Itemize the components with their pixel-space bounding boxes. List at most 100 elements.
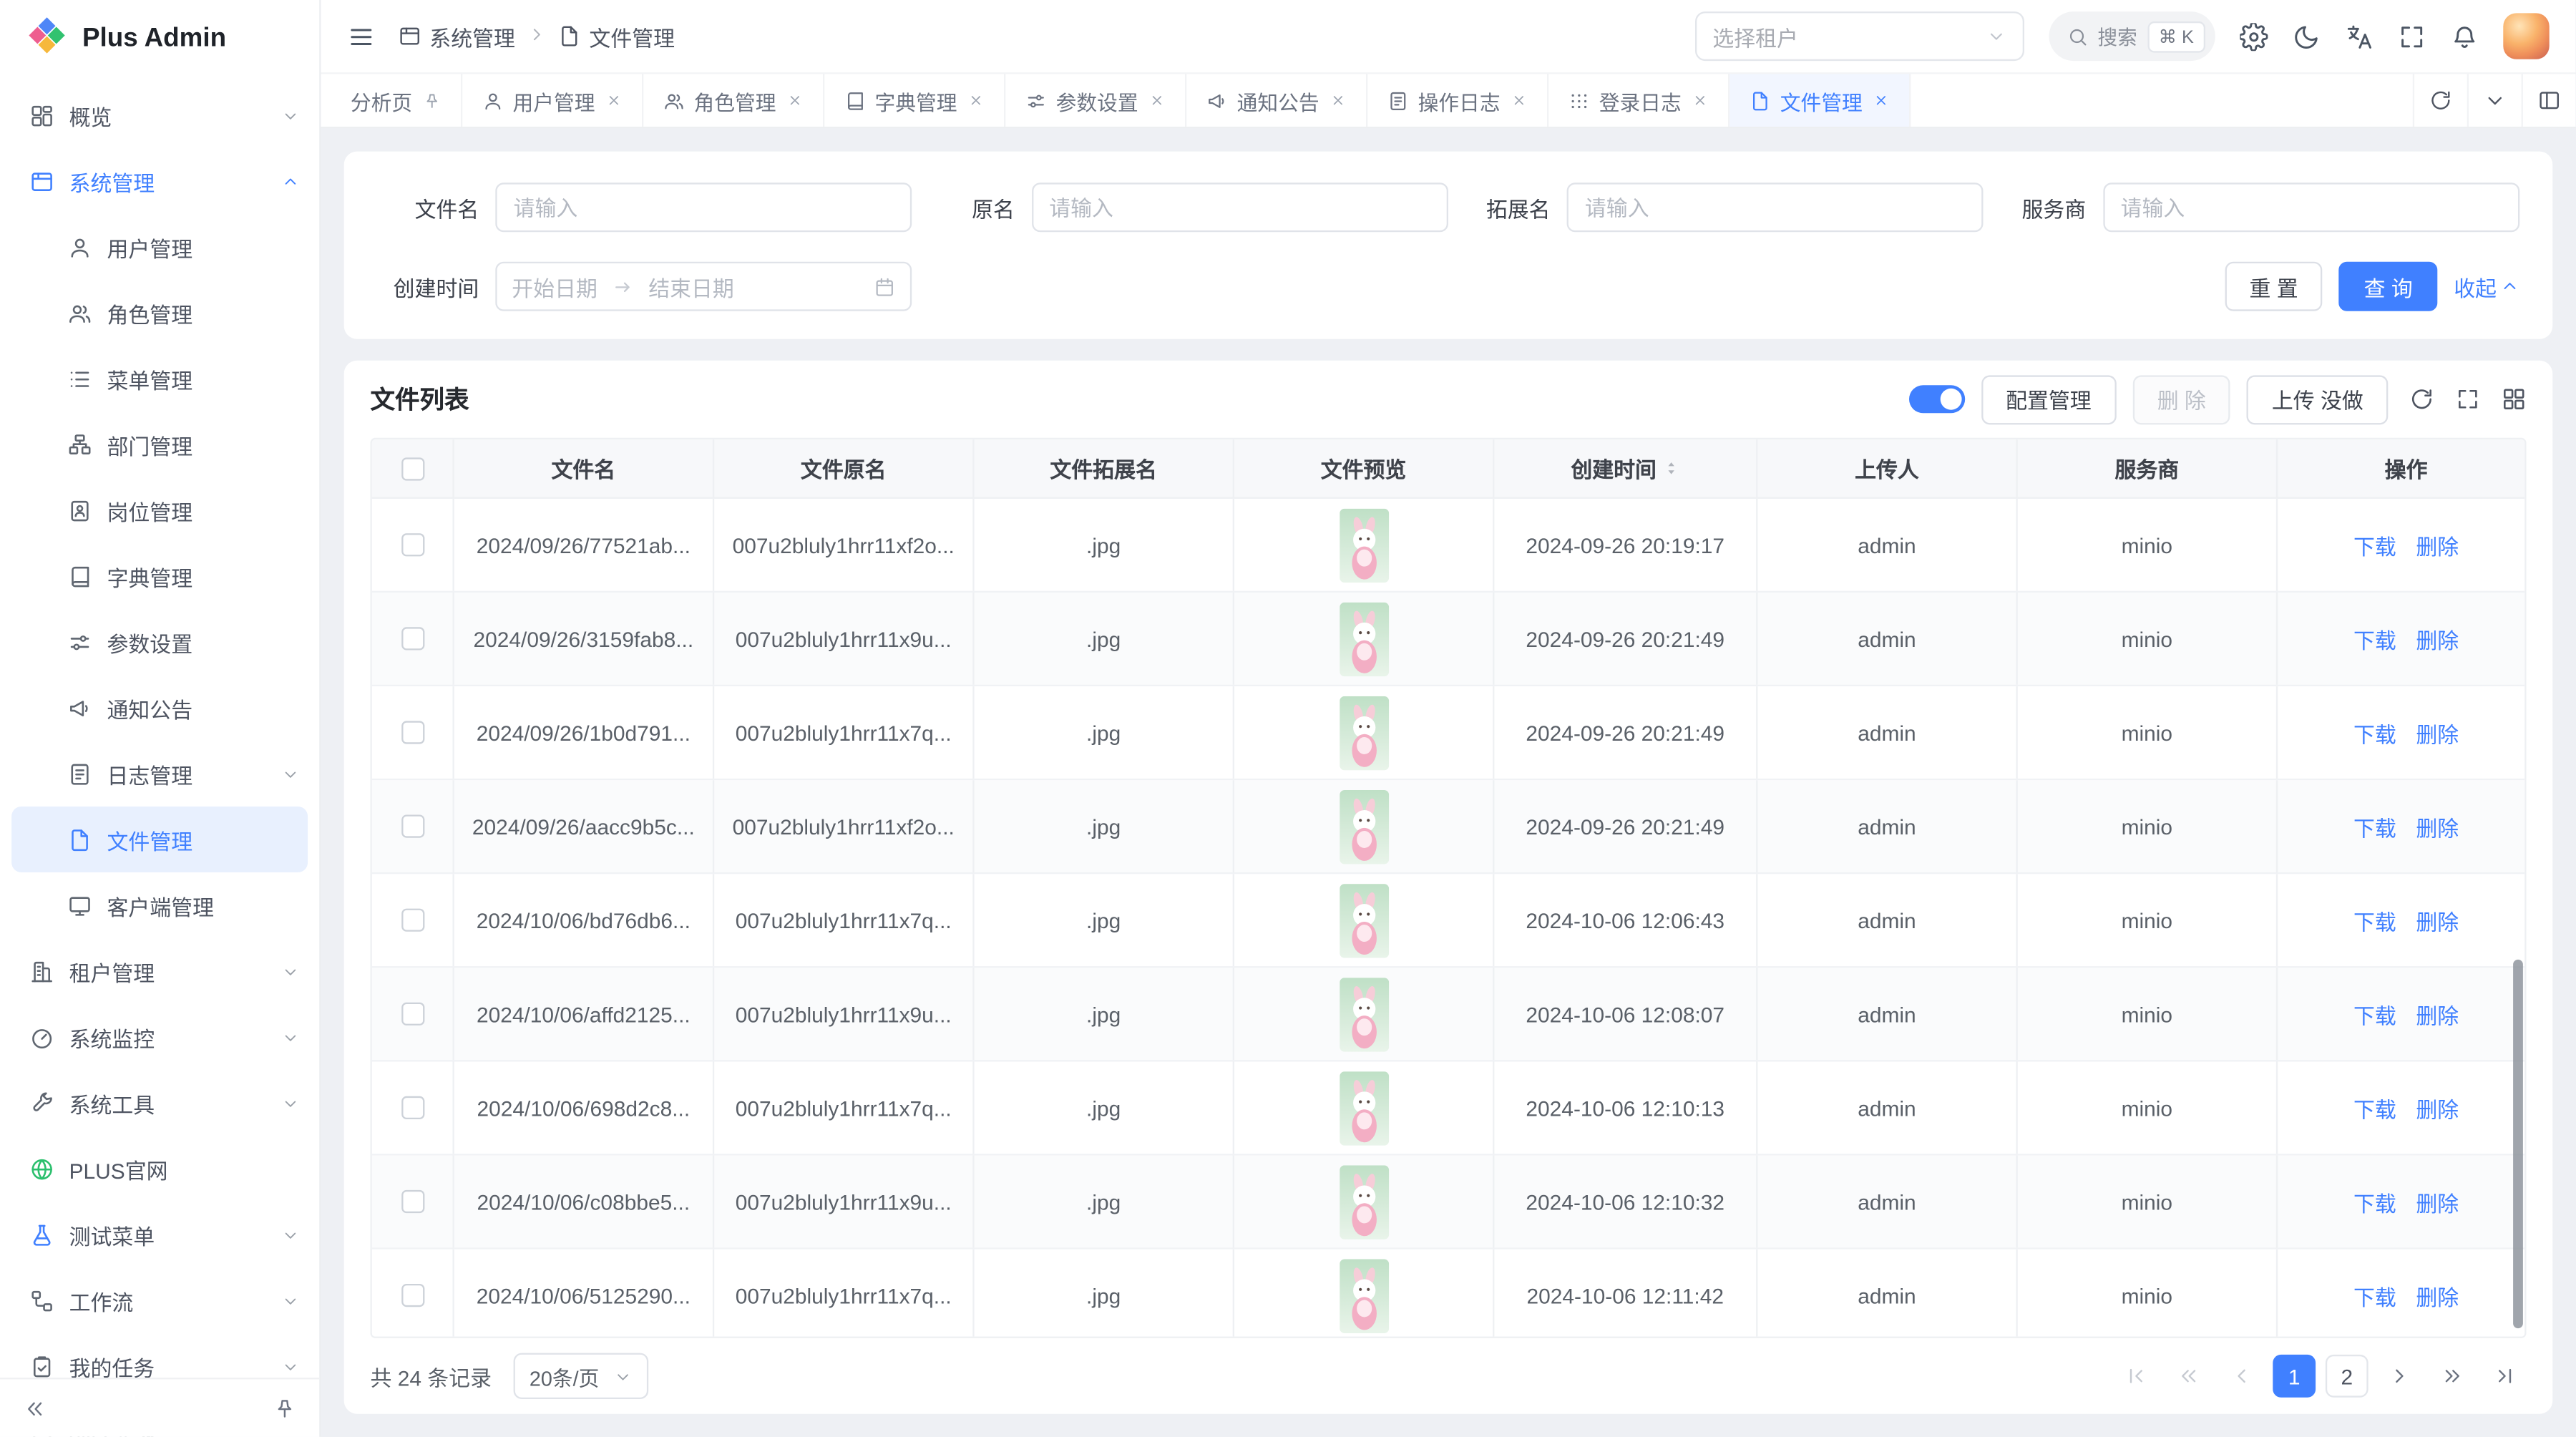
- tab-role[interactable]: 角色管理: [643, 74, 824, 127]
- row-checkbox[interactable]: [401, 1096, 424, 1119]
- search-panel-toggle[interactable]: [1908, 385, 1964, 413]
- sidebar-item-test[interactable]: 测试菜单: [0, 1202, 319, 1267]
- language-button[interactable]: [2346, 22, 2373, 50]
- sidebar-item-globe[interactable]: PLUS官网: [0, 1136, 319, 1202]
- sidebar-item-post[interactable]: 岗位管理: [0, 477, 319, 543]
- delete-link[interactable]: 删除: [2416, 529, 2459, 560]
- next-page-button[interactable]: [2379, 1355, 2421, 1398]
- delete-button[interactable]: 删 除: [2132, 374, 2230, 424]
- query-button[interactable]: 查 询: [2339, 262, 2437, 311]
- row-checkbox[interactable]: [401, 721, 424, 744]
- delete-link[interactable]: 删除: [2416, 1280, 2459, 1311]
- delete-link[interactable]: 删除: [2416, 623, 2459, 655]
- column-settings-button[interactable]: [2502, 387, 2527, 412]
- row-checkbox[interactable]: [401, 909, 424, 932]
- last-page-button[interactable]: [2484, 1355, 2527, 1398]
- collapse-sidebar-button[interactable]: [23, 1397, 46, 1420]
- user-avatar[interactable]: [2503, 13, 2549, 59]
- upload-button[interactable]: 上传 没做: [2247, 374, 2388, 424]
- notifications-button[interactable]: [2451, 22, 2479, 50]
- cell-file-preview[interactable]: [1234, 780, 1494, 872]
- sort-icon[interactable]: [1662, 459, 1679, 477]
- filter-input[interactable]: [1031, 182, 1448, 232]
- tab-notice[interactable]: 通知公告: [1186, 74, 1367, 127]
- filter-input[interactable]: [2102, 182, 2519, 232]
- download-link[interactable]: 下载: [2353, 717, 2396, 749]
- pin-sidebar-button[interactable]: [273, 1397, 296, 1420]
- close-icon[interactable]: [1873, 92, 1889, 109]
- tab-dict[interactable]: 字典管理: [824, 74, 1005, 127]
- expand-list-button[interactable]: [2456, 387, 2481, 412]
- table-row[interactable]: 2024/09/26/1b0d791...007u2bluly1hrr11x7q…: [372, 686, 2524, 780]
- close-icon[interactable]: [786, 92, 802, 109]
- fullscreen-button[interactable]: [2398, 22, 2426, 50]
- sidebar-item-system[interactable]: 系统管理: [0, 148, 319, 214]
- sidebar-item-log[interactable]: 日志管理: [0, 741, 319, 807]
- close-icon[interactable]: [1511, 92, 1527, 109]
- row-checkbox[interactable]: [401, 1284, 424, 1307]
- delete-link[interactable]: 删除: [2416, 1186, 2459, 1217]
- cell-file-preview[interactable]: [1234, 593, 1494, 685]
- settings-button[interactable]: [2240, 22, 2268, 50]
- delete-link[interactable]: 删除: [2416, 905, 2459, 936]
- table-row[interactable]: 2024/10/06/bd76db6...007u2bluly1hrr11x7q…: [372, 874, 2524, 968]
- tab-file[interactable]: 文件管理: [1729, 74, 1910, 127]
- download-link[interactable]: 下载: [2353, 1280, 2396, 1311]
- page-size-select[interactable]: 20条/页: [513, 1353, 648, 1399]
- page-2-button[interactable]: 2: [2326, 1355, 2368, 1398]
- close-icon[interactable]: [1329, 92, 1345, 109]
- table-scrollbar[interactable]: [2513, 960, 2523, 1328]
- table-row[interactable]: 2024/09/26/3159fab8...007u2bluly1hrr11x9…: [372, 593, 2524, 686]
- row-checkbox[interactable]: [401, 1190, 424, 1213]
- close-icon[interactable]: [967, 92, 983, 109]
- download-link[interactable]: 下载: [2353, 529, 2396, 560]
- download-link[interactable]: 下载: [2353, 1092, 2396, 1124]
- sidebar-item-monitor[interactable]: 系统监控: [0, 1004, 319, 1070]
- tab-login-log[interactable]: 登录日志: [1548, 74, 1729, 127]
- sidebar-item-workflow[interactable]: 工作流: [0, 1267, 319, 1333]
- row-checkbox[interactable]: [401, 627, 424, 650]
- cell-file-preview[interactable]: [1234, 1062, 1494, 1154]
- collapse-filters-link[interactable]: 收起: [2454, 271, 2519, 302]
- select-all-checkbox[interactable]: [401, 457, 424, 479]
- layout-toggle-button[interactable]: [2522, 74, 2576, 127]
- cell-file-preview[interactable]: [1234, 686, 1494, 779]
- delete-link[interactable]: 删除: [2416, 717, 2459, 749]
- sidebar-item-tools[interactable]: 系统工具: [0, 1070, 319, 1136]
- dark-mode-button[interactable]: [2293, 22, 2321, 50]
- previous-page-button[interactable]: [2220, 1355, 2263, 1398]
- download-link[interactable]: 下载: [2353, 623, 2396, 655]
- close-icon[interactable]: [1692, 92, 1708, 109]
- delete-link[interactable]: 删除: [2416, 811, 2459, 842]
- download-link[interactable]: 下载: [2353, 1186, 2396, 1217]
- cell-file-preview[interactable]: [1234, 1156, 1494, 1248]
- table-row[interactable]: 2024/09/26/aacc9b5c...007u2bluly1hrr11xf…: [372, 780, 2524, 874]
- sidebar-item-notice[interactable]: 通知公告: [0, 675, 319, 741]
- download-link[interactable]: 下载: [2353, 811, 2396, 842]
- jump-back-button[interactable]: [2167, 1355, 2210, 1398]
- sidebar-item-file[interactable]: 文件管理: [11, 807, 308, 872]
- table-row[interactable]: 2024/09/26/77521ab...007u2bluly1hrr11xf2…: [372, 499, 2524, 593]
- tab-param[interactable]: 参数设置: [1005, 74, 1186, 127]
- config-management-button[interactable]: 配置管理: [1981, 374, 2117, 424]
- download-link[interactable]: 下载: [2353, 998, 2396, 1030]
- toggle-sidebar-button[interactable]: [347, 22, 375, 50]
- sidebar-item-client[interactable]: 客户端管理: [0, 872, 319, 938]
- tab-analysis[interactable]: 分析页: [331, 74, 462, 127]
- tab-log[interactable]: 操作日志: [1367, 74, 1548, 127]
- filter-input[interactable]: [495, 182, 912, 232]
- sidebar-item-dept[interactable]: 部门管理: [0, 411, 319, 477]
- close-icon[interactable]: [605, 92, 621, 109]
- table-row[interactable]: 2024/10/06/698d2c8...007u2bluly1hrr11x7q…: [372, 1062, 2524, 1156]
- reset-button[interactable]: 重 置: [2225, 262, 2323, 311]
- row-checkbox[interactable]: [401, 815, 424, 838]
- close-icon[interactable]: [1148, 92, 1164, 109]
- sidebar-item-dashboard[interactable]: 概览: [0, 82, 319, 148]
- filter-input[interactable]: [1567, 182, 1984, 232]
- table-row[interactable]: 2024/10/06/c08bbe5...007u2bluly1hrr11x9u…: [372, 1156, 2524, 1250]
- tab-user[interactable]: 用户管理: [462, 74, 643, 127]
- first-page-button[interactable]: [2115, 1355, 2158, 1398]
- download-link[interactable]: 下载: [2353, 905, 2396, 936]
- refresh-page-button[interactable]: [2413, 74, 2467, 127]
- pin-icon[interactable]: [422, 92, 440, 109]
